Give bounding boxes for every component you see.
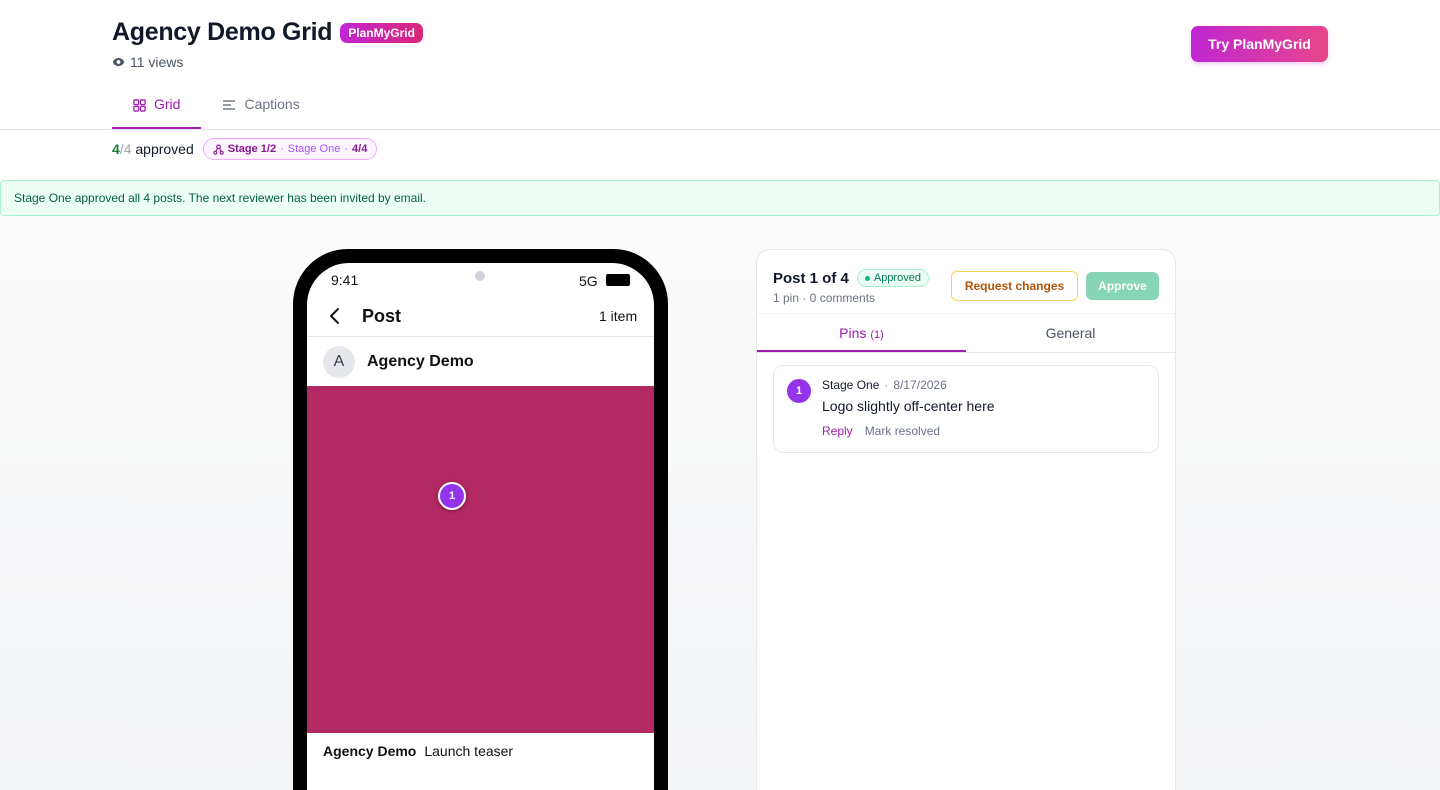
post-caption: Agency Demo Launch teaser [323, 743, 513, 759]
pin-marker[interactable]: 1 [438, 482, 466, 510]
panel-header: Post 1 of 4 Approved 1 pin · 0 comments [773, 269, 929, 305]
caption-text: Launch teaser [424, 743, 514, 759]
camera-dot [475, 271, 485, 281]
stage-name: Stage One [287, 143, 341, 155]
post-nav-bar: Post 1 item [307, 299, 654, 337]
eye-icon [112, 57, 125, 67]
comment-author: Stage One [822, 378, 880, 392]
approval-status-row: 4/4 approved Stage 1/2 · Stage One · 4/4 [112, 138, 378, 160]
grid-icon [133, 99, 146, 112]
pin-comment-summary: 1 pin · 0 comments [773, 291, 876, 305]
tab-pins-count: (1) [870, 329, 884, 341]
views-label: 11 views [130, 54, 184, 70]
post-image[interactable]: 1 [307, 386, 654, 733]
post-author-row: A Agency Demo [307, 338, 654, 386]
workflow-icon [213, 143, 224, 155]
stage-count: 4/4 [352, 143, 368, 155]
phone-status-bar: 9:41 5G [307, 263, 654, 299]
tab-pins[interactable]: Pins (1) [757, 314, 966, 352]
tab-captions-label: Captions [244, 96, 300, 112]
network-label: 5G [579, 273, 598, 289]
panel-tabs: Pins (1) General [757, 313, 1175, 353]
captions-icon [223, 100, 236, 110]
comment-meta: Stage One · 8/17/2026 [822, 378, 947, 392]
reply-link[interactable]: Reply [822, 424, 853, 438]
approved-count: 4/4 approved [112, 141, 194, 157]
tab-general[interactable]: General [966, 314, 1175, 352]
comment-pin-number[interactable]: 1 [787, 379, 811, 403]
post-nav-title: Post [362, 306, 402, 326]
battery-icon [606, 274, 630, 286]
comment-date: 8/17/2026 [893, 378, 947, 392]
status-time: 9:41 [331, 272, 359, 288]
stage-sep-1: · [280, 143, 284, 155]
stage-pill: Stage 1/2 · Stage One · 4/4 [202, 138, 378, 160]
stage-number: Stage 1/2 [227, 143, 277, 155]
post-number-row: Post 1 of 4 Approved [773, 269, 929, 287]
tab-captions[interactable]: Captions [201, 88, 320, 129]
mark-resolved-link[interactable]: Mark resolved [865, 424, 940, 438]
phone-screen: 9:41 5G Post 1 item A Agency Demo 1 Agen… [307, 263, 654, 790]
tab-grid[interactable]: Grid [112, 88, 202, 129]
tab-grid-label: Grid [154, 96, 181, 112]
page-title: Agency Demo Grid [112, 18, 333, 46]
comment-card: 1 Stage One · 8/17/2026 Logo slightly off-… [773, 365, 1159, 453]
approve-button[interactable]: Approve [1086, 272, 1159, 300]
post-author-name: Agency Demo [367, 353, 474, 370]
page-header: Agency Demo Grid PlanMyGrid 11 views Try… [0, 0, 1440, 130]
stage-complete-banner: Stage One approved all 4 posts. The next… [0, 180, 1440, 216]
brand-badge: PlanMyGrid [340, 22, 423, 43]
comment-actions: Reply Mark resolved [822, 424, 940, 438]
tab-pins-label: Pins [839, 325, 867, 341]
caption-author: Agency Demo [323, 743, 417, 759]
post-number: Post 1 of 4 [773, 269, 849, 287]
status-badge: Approved [856, 269, 929, 287]
tab-general-label: General [1045, 325, 1096, 341]
stage-sep-2: · [344, 143, 349, 155]
item-count: 1 item [599, 308, 638, 324]
approved-total: 4 [123, 141, 132, 157]
main-area [0, 216, 1440, 790]
comment-sep: · [884, 378, 889, 392]
request-changes-button[interactable]: Request changes [951, 271, 1078, 301]
back-arrow-icon[interactable] [327, 304, 343, 328]
approved-label: approved [135, 141, 194, 157]
view-count: 11 views [112, 54, 183, 70]
try-planmygrid-button[interactable]: Try PlanMyGrid [1191, 26, 1328, 62]
status-dot [864, 275, 870, 281]
view-tabs: Grid Captions [112, 88, 321, 129]
avatar: A [323, 346, 355, 378]
comment-text: Logo slightly off-center here [822, 398, 995, 414]
review-panel: Post 1 of 4 Approved 1 pin · 0 comments … [756, 249, 1176, 790]
status-badge-label: Approved [873, 272, 921, 284]
title-row: Agency Demo Grid PlanMyGrid [112, 18, 423, 47]
approved-num: 4 [112, 141, 120, 157]
